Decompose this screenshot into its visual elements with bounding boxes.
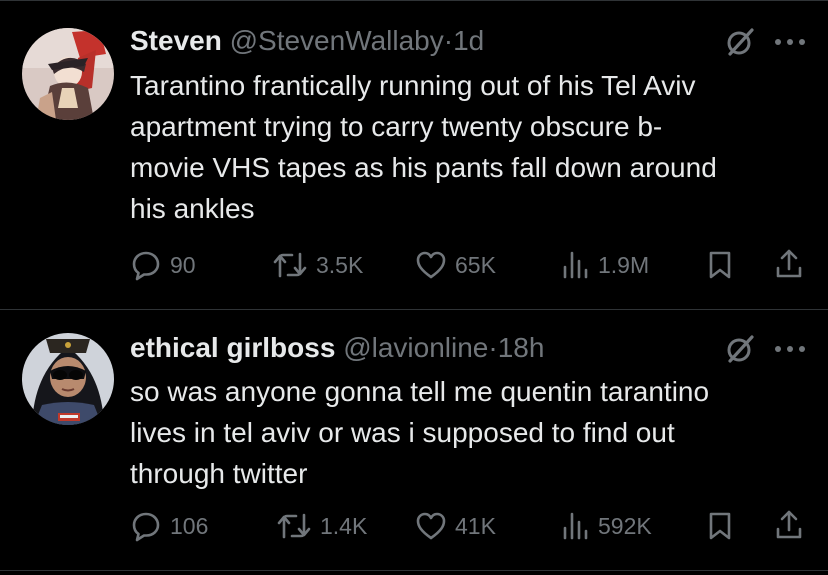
tweet-text: Tarantino frantically running out of his…: [130, 70, 717, 224]
bookmark-icon[interactable]: [707, 250, 733, 280]
reply-button[interactable]: 90: [130, 248, 196, 282]
tweet[interactable]: Steven @StevenWallaby·1d Tarantino frant…: [0, 0, 828, 310]
more-icon[interactable]: [772, 344, 808, 354]
tweet-header: Steven @StevenWallaby·1d: [130, 24, 484, 58]
retweet-count: 1.4K: [320, 512, 368, 539]
timestamp[interactable]: 1d: [453, 25, 484, 56]
like-button[interactable]: 65K: [415, 248, 496, 282]
tweet-header: ethical girlboss @lavionline·18h: [130, 331, 544, 365]
retweet-count: 3.5K: [316, 251, 364, 278]
retweet-icon: [273, 252, 307, 278]
user-handle[interactable]: @lavionline: [343, 332, 488, 363]
display-name[interactable]: ethical girlboss: [130, 332, 335, 363]
like-count: 65K: [455, 251, 496, 278]
reply-icon: [132, 512, 160, 542]
retweet-icon: [277, 513, 311, 539]
separator-dot: ·: [443, 25, 454, 56]
reply-button[interactable]: 106: [130, 509, 208, 543]
reply-icon: [132, 251, 160, 281]
view-count: 592K: [598, 512, 652, 539]
display-name[interactable]: Steven: [130, 25, 222, 56]
retweet-button[interactable]: 3.5K: [272, 248, 363, 282]
divider: [0, 0, 828, 1]
share-icon[interactable]: [774, 248, 804, 280]
avatar-image: [22, 28, 114, 120]
view-count: 1.9M: [598, 251, 650, 278]
avatar-image: [22, 333, 114, 425]
retweet-button[interactable]: 1.4K: [276, 509, 367, 543]
grok-icon[interactable]: [724, 26, 756, 58]
grok-icon[interactable]: [724, 333, 756, 365]
like-button[interactable]: 41K: [415, 509, 496, 543]
bookmark-icon[interactable]: [707, 511, 733, 541]
avatar[interactable]: [22, 333, 114, 425]
avatar[interactable]: [22, 28, 114, 120]
views-icon: [563, 251, 588, 279]
separator-dot: ·: [488, 332, 498, 363]
like-count: 41K: [455, 512, 496, 539]
divider: [0, 570, 828, 571]
like-icon: [416, 512, 446, 540]
views-button[interactable]: 592K: [562, 509, 652, 543]
like-icon: [416, 251, 446, 279]
more-icon[interactable]: [772, 37, 808, 47]
share-icon[interactable]: [774, 509, 804, 541]
views-button[interactable]: 1.9M: [562, 248, 649, 282]
reply-count: 90: [170, 251, 196, 278]
reply-count: 106: [170, 512, 209, 539]
user-handle[interactable]: @StevenWallaby: [230, 25, 444, 56]
views-icon: [563, 512, 588, 540]
tweet-text: so was anyone gonna tell me quentin tara…: [130, 376, 710, 489]
tweet[interactable]: ethical girlboss @lavionline·18h so was …: [0, 311, 828, 575]
timestamp[interactable]: 18h: [498, 332, 545, 363]
